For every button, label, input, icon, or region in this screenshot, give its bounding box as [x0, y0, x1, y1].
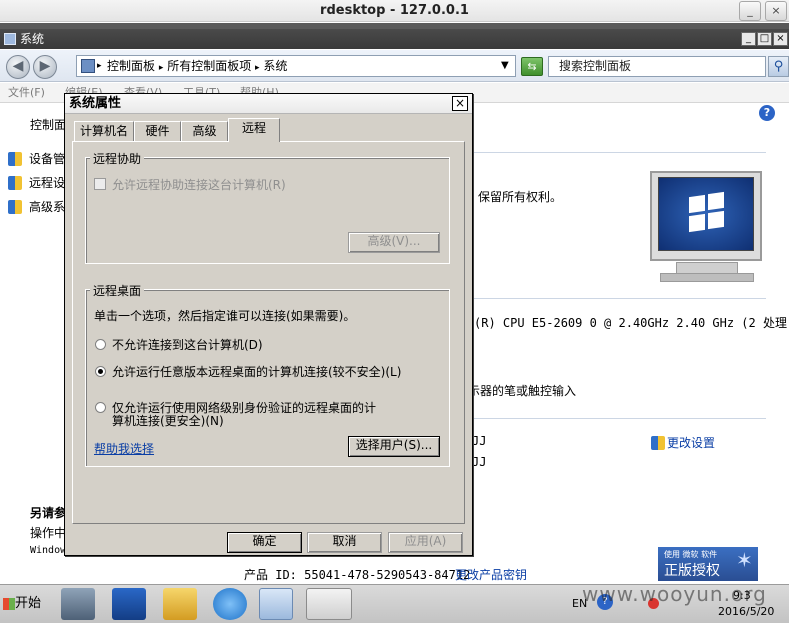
windows-update-link[interactable]: Window [30, 545, 66, 556]
remote-desktop-legend: 远程桌面 [90, 282, 145, 299]
option-nla-label-line2[interactable]: 算机连接(更安全)(N) [112, 412, 224, 429]
back-button[interactable]: ◀ [6, 55, 30, 79]
star-icon: ✶ [736, 548, 753, 572]
see-also-heading: 另请参 [30, 506, 67, 520]
product-id-text: 产品 ID: 55041-478-5290543-84712 [244, 568, 471, 582]
system-window-titlebar: 系统 [0, 29, 789, 49]
system-taskbar-icon[interactable] [306, 588, 352, 620]
breadcrumb-all-items[interactable]: 所有控制面板项 [167, 59, 251, 73]
server-manager-icon[interactable] [61, 588, 95, 620]
allow-remote-assistance-label: 允许远程协助连接这台计算机(R) [112, 178, 286, 192]
explorer-icon[interactable] [163, 588, 197, 620]
shield-icon [8, 176, 22, 190]
menu-file[interactable]: 文件(F) [8, 83, 45, 103]
divider [470, 298, 766, 299]
breadcrumb-control-panel[interactable]: 控制面板 [107, 59, 155, 73]
tab-remote[interactable]: 远程 [228, 118, 280, 142]
address-breadcrumb[interactable]: ▸ 控制面板 ▸ 所有控制面板项 ▸ 系统 ▼ [76, 55, 516, 77]
action-center-link[interactable]: 操作中 [30, 524, 66, 541]
genuine-text: 正版授权 [664, 563, 720, 579]
change-product-key-link[interactable]: 更改产品密钥 [455, 566, 527, 583]
processor-value: (R) CPU E5-2609 0 @ 2.40GHz 2.40 GHz (2 … [474, 316, 787, 330]
control-panel-home-link[interactable]: 控制面 [30, 116, 66, 133]
computer-name-value: JJ [472, 434, 487, 448]
breadcrumb-system[interactable]: 系统 [263, 59, 287, 73]
control-panel-taskbar-icon[interactable] [259, 588, 293, 620]
breadcrumb-arrow-icon: ▸ [158, 63, 164, 73]
copyright-text: 保留所有权利。 [478, 190, 563, 204]
powershell-icon[interactable] [112, 588, 146, 620]
divider [470, 152, 766, 153]
advanced-button[interactable]: 高级(V)... [348, 232, 440, 253]
help-icon[interactable]: ? [759, 105, 775, 121]
start-label: 开始 [15, 596, 42, 611]
shield-icon [651, 436, 665, 450]
breadcrumb-arrow-icon: ▸ [97, 61, 102, 71]
windows-logo-screen [658, 177, 754, 251]
dialog-close-button[interactable]: × [452, 96, 468, 111]
window-close-button[interactable]: × [773, 32, 788, 46]
system-icon [4, 33, 16, 45]
apply-button[interactable]: 应用(A) [388, 532, 463, 553]
control-panel-icon [81, 59, 95, 73]
option-allow-any-radio[interactable] [95, 366, 106, 377]
select-users-button[interactable]: 选择用户(S)... [348, 436, 440, 457]
tab-hardware[interactable]: 硬件 [134, 121, 181, 141]
full-computer-name-value: JJ [472, 455, 487, 469]
divider [470, 418, 766, 419]
rdesktop-close-button[interactable]: × [765, 1, 787, 21]
shield-icon [8, 200, 22, 214]
genuine-subtitle: 使用 微软 软件 [664, 550, 718, 559]
option-deny-label[interactable]: 不允许连接到这台计算机(D) [112, 336, 263, 353]
change-settings-link[interactable]: 更改设置 [667, 434, 715, 451]
watermark: www.wooyun.org [582, 582, 767, 606]
allow-remote-assistance-checkbox[interactable] [94, 178, 106, 190]
remote-settings-link[interactable]: 远程设 [29, 174, 65, 191]
cancel-button[interactable]: 取消 [307, 532, 382, 553]
refresh-icon[interactable]: ⇆ [521, 57, 543, 76]
rdesktop-minimize-button[interactable]: _ [739, 1, 761, 21]
advanced-settings-link[interactable]: 高级系 [29, 198, 65, 215]
search-icon[interactable]: ⚲ [768, 56, 789, 77]
pen-touch-value: 示器的笔或触控输入 [468, 384, 577, 398]
shield-icon [8, 152, 22, 166]
option-allow-any-label[interactable]: 允许运行任意版本远程桌面的计算机连接(较不安全)(L) [112, 363, 401, 380]
option-deny-radio[interactable] [95, 339, 106, 350]
tab-computer-name[interactable]: 计算机名 [74, 121, 134, 141]
ok-button[interactable]: 确定 [227, 532, 302, 553]
system-window-title: 系统 [20, 32, 45, 46]
remote-desktop-intro: 单击一个选项，然后指定谁可以连接(如果需要)。 [94, 309, 356, 323]
tab-advanced[interactable]: 高级 [181, 121, 228, 141]
option-nla-radio[interactable] [95, 402, 106, 413]
dialog-title: 系统属性 [69, 96, 122, 111]
remote-assistance-legend: 远程协助 [90, 150, 145, 167]
address-dropdown-icon[interactable]: ▼ [501, 56, 509, 76]
monitor-foot [660, 273, 754, 282]
window-maximize-button[interactable]: □ [757, 32, 772, 46]
rdesktop-title: rdesktop - 127.0.0.1 [320, 3, 469, 18]
clock-date[interactable]: 2016/5/20 [718, 605, 774, 618]
rdesktop-titlebar: rdesktop - 127.0.0.1 [0, 0, 789, 22]
help-me-choose-link[interactable]: 帮助我选择 [94, 440, 154, 457]
windows-flag-icon [3, 598, 15, 610]
breadcrumb-arrow-icon: ▸ [255, 63, 260, 73]
device-manager-link[interactable]: 设备管 [29, 150, 65, 167]
start-button[interactable]: 开始 [1, 590, 47, 618]
window-minimize-button[interactable]: _ [741, 32, 756, 46]
forward-button[interactable]: ▶ [33, 55, 57, 79]
internet-explorer-icon[interactable] [213, 588, 247, 620]
genuine-badge[interactable]: 使用 微软 软件 正版授权 ✶ [658, 547, 758, 581]
dialog-titlebar: 系统属性 [65, 94, 472, 114]
search-input[interactable]: 搜索控制面板 [548, 56, 766, 77]
